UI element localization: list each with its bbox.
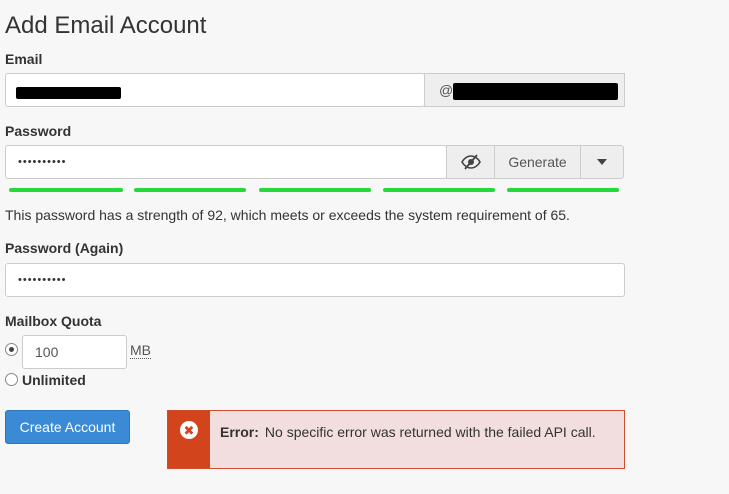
alert-message: No specific error was returned with the … — [264, 424, 596, 440]
email-domain-select[interactable]: @ — [424, 73, 625, 107]
error-x-icon: ✖ — [180, 421, 198, 439]
quota-limited-radio[interactable] — [5, 343, 18, 356]
alert-icon-column: ✖ — [168, 411, 210, 468]
alert-text: Error: No specific error was returned wit… — [210, 411, 606, 468]
alert-title: Error: — [220, 424, 259, 440]
quota-unlimited-label[interactable]: Unlimited — [22, 372, 86, 388]
toggle-password-visibility-button[interactable] — [446, 145, 495, 179]
redacted-domain — [453, 83, 618, 100]
password-input[interactable]: •••••••••• — [5, 145, 447, 179]
create-account-label: Create Account — [19, 419, 116, 435]
password-again-label: Password (Again) — [5, 240, 124, 256]
strength-segment-3 — [259, 188, 371, 192]
error-alert: ✖ Error: No specific error was returned w… — [167, 410, 625, 469]
eye-slash-icon — [460, 154, 481, 170]
generate-password-button[interactable]: Generate — [494, 145, 581, 179]
email-label: Email — [5, 51, 43, 67]
page-title: Add Email Account — [5, 12, 207, 39]
at-sign: @ — [439, 82, 454, 98]
password-again-input[interactable]: •••••••••• — [5, 263, 625, 297]
caret-down-icon — [597, 159, 607, 165]
create-account-button[interactable]: Create Account — [5, 410, 130, 444]
strength-segment-2 — [134, 188, 246, 192]
password-again-masked-value: •••••••••• — [18, 274, 67, 286]
quota-value-input[interactable]: 100 — [22, 335, 127, 369]
password-label: Password — [5, 123, 72, 139]
email-username-input[interactable] — [5, 73, 425, 107]
generate-options-dropdown[interactable] — [580, 145, 624, 179]
redacted-username — [16, 87, 121, 99]
strength-segment-1 — [9, 188, 123, 192]
mailbox-quota-label: Mailbox Quota — [5, 313, 102, 329]
generate-label: Generate — [508, 154, 567, 170]
strength-segment-4 — [383, 188, 495, 192]
quota-value: 100 — [35, 344, 59, 360]
quota-unlimited-radio[interactable] — [5, 373, 18, 386]
quota-unit: MB — [130, 342, 151, 359]
strength-segment-5 — [507, 188, 619, 192]
password-masked-value: •••••••••• — [18, 156, 67, 168]
password-strength-help: This password has a strength of 92, whic… — [5, 207, 570, 223]
